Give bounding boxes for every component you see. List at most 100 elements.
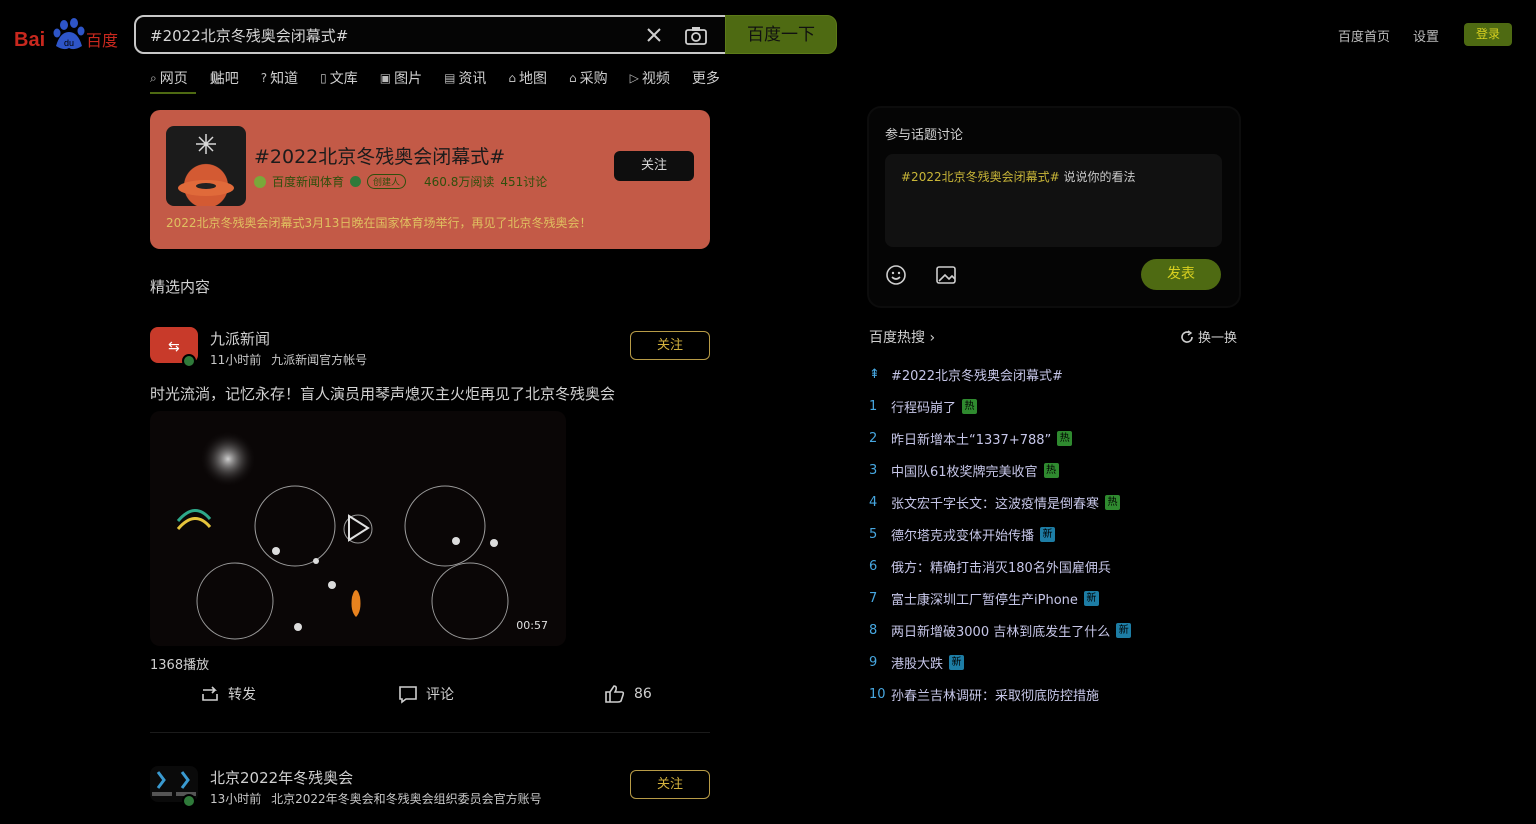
follow-button[interactable]: 关注	[630, 331, 710, 360]
tab-more[interactable]: 更多	[692, 68, 720, 88]
tab-label: 资讯	[458, 71, 487, 87]
verified-icon	[182, 794, 196, 808]
hot-tag: 新	[1083, 590, 1099, 606]
tab-zhidao[interactable]: ? 知道	[261, 68, 298, 88]
thumbs-up-icon	[605, 685, 625, 703]
clear-icon[interactable]	[644, 25, 664, 45]
post-author[interactable]: 北京2022年冬残奥会	[210, 767, 353, 788]
image-icon[interactable]	[935, 265, 957, 285]
hot-item[interactable]: 3 中国队61枚奖牌完美收官 热	[869, 454, 1239, 486]
hot-rank: 3	[869, 462, 878, 478]
svg-text:百度: 百度	[86, 31, 118, 50]
hot-tag: 热	[1057, 430, 1073, 446]
tab-label: 视频	[641, 71, 670, 87]
tab-images[interactable]: ▣ 图片	[380, 68, 422, 88]
chevron-right-icon: ›	[929, 330, 936, 346]
tab-tieba[interactable]: 贴 贴吧	[210, 68, 239, 88]
question-icon: ?	[260, 71, 268, 85]
baidu-home-link[interactable]: 百度首页	[1338, 26, 1390, 45]
discussion-placeholder: #2022北京冬残奥会闭幕式# 说说你的看法	[901, 168, 1136, 185]
publish-button[interactable]: 发表	[1141, 259, 1221, 290]
hot-search-list: ⇞ #2022北京冬残奥会闭幕式# 1 行程码崩了 热 2 昨日新增本土“133…	[869, 358, 1239, 710]
hot-item[interactable]: 4 张文宏千字长文：这波疫情是倒春寒 热	[869, 486, 1239, 518]
hot-item-text: 昨日新增本土“1337+788”	[891, 432, 1052, 448]
tab-wenku[interactable]: ▯ 文库	[320, 68, 358, 88]
hot-item[interactable]: 1 行程码崩了 热	[869, 390, 1239, 422]
verified-icon	[350, 176, 362, 187]
hot-tag: 热	[962, 398, 978, 414]
discussion-title: 参与话题讨论	[885, 128, 964, 143]
topic-description: 2022北京冬残奥会闭幕式3月13日晚在国家体育场举行，再见了北京冬残奥会！	[166, 216, 592, 230]
hot-item-text: 德尔塔克戎变体开始传播	[891, 528, 1035, 544]
video-icon: ▷	[629, 71, 639, 85]
hot-item-text: 港股大跌	[891, 656, 944, 672]
like-count: 86	[634, 686, 652, 702]
search-input[interactable]	[150, 25, 630, 45]
hot-rank: 5	[869, 526, 878, 542]
post-time: 11小时前	[210, 353, 262, 367]
topic-follow-button[interactable]: 关注	[614, 151, 694, 181]
like-button[interactable]: 86	[604, 684, 652, 704]
topic-source[interactable]: 百度新闻体育	[272, 173, 344, 190]
emoji-icon[interactable]	[885, 264, 907, 286]
play-icon[interactable]	[346, 514, 370, 542]
topic-meta: 百度新闻体育 创建人 460.8万阅读 451讨论	[254, 173, 547, 190]
tab-web[interactable]: ⌕ 网页	[150, 68, 188, 88]
hot-rank: 9	[869, 654, 878, 670]
camera-icon[interactable]	[684, 25, 708, 47]
discussion-input[interactable]: #2022北京冬残奥会闭幕式# 说说你的看法	[885, 154, 1222, 247]
hot-item[interactable]: 8 两日新增破3000 吉林到底发生了什么 新	[869, 614, 1239, 646]
video-duration: 00:57	[516, 619, 548, 632]
source-icon	[254, 175, 266, 188]
follow-button[interactable]: 关注	[630, 770, 710, 799]
comment-icon	[399, 686, 417, 704]
hot-item[interactable]: 10 孙春兰吉林调研：采取彻底防控措施	[869, 678, 1239, 710]
tab-shop[interactable]: ⌂ 采购	[569, 68, 608, 88]
baidu-logo[interactable]: Bai du 百度	[14, 18, 118, 52]
comment-label: 评论	[426, 687, 454, 703]
hot-item[interactable]: 2 昨日新增本土“1337+788” 热	[869, 422, 1239, 454]
hot-item[interactable]: 7 富士康深圳工厂暂停生产iPhone 新	[869, 582, 1239, 614]
topic-discussions: 451讨论	[500, 175, 548, 189]
search-tabs: ⌕ 网页 贴 贴吧 ? 知道 ▯ 文库 ▣ 图片 ▤ 资讯 ⌂ 地图 ⌂ 采购 …	[150, 68, 742, 94]
topic-thumbnail[interactable]	[166, 126, 246, 206]
hot-tag: 新	[1116, 622, 1132, 638]
discussion-panel: 参与话题讨论 #2022北京冬残奥会闭幕式# 说说你的看法 发表	[869, 108, 1239, 306]
tab-news[interactable]: ▤ 资讯	[444, 68, 486, 88]
hot-rank: 6	[869, 558, 878, 574]
search-icon: ⌕	[150, 70, 157, 85]
doc-icon: ▯	[320, 71, 327, 85]
search-button[interactable]: 百度一下	[725, 15, 837, 54]
shop-icon: ⌂	[569, 71, 577, 85]
refresh-button[interactable]: 换一换	[1180, 327, 1237, 346]
tab-label: 图片	[394, 71, 423, 87]
tab-label: 更多	[691, 71, 720, 87]
hot-tag: 新	[1040, 526, 1056, 542]
tab-map[interactable]: ⌂ 地图	[508, 68, 547, 88]
comment-button[interactable]: 评论	[398, 684, 454, 704]
hot-rank: 7	[869, 590, 878, 606]
share-button[interactable]: 转发	[200, 684, 256, 704]
hot-rank: 1	[869, 398, 878, 414]
tab-video[interactable]: ▷ 视频	[630, 68, 670, 88]
login-button[interactable]: 登录	[1464, 23, 1512, 46]
hot-item[interactable]: 5 德尔塔克戎变体开始传播 新	[869, 518, 1239, 550]
hot-search-title[interactable]: 百度热搜 ›	[869, 327, 935, 347]
post-author[interactable]: 九派新闻	[210, 328, 270, 349]
hot-item[interactable]: 9 港股大跌 新	[869, 646, 1239, 678]
hot-item[interactable]: 6 俄方：精确打击消灭180名外国雇佣兵	[869, 550, 1239, 582]
hot-item-pinned[interactable]: ⇞ #2022北京冬残奥会闭幕式#	[869, 358, 1239, 390]
svg-text:Bai: Bai	[14, 29, 45, 51]
hot-tag: 新	[949, 654, 965, 670]
refresh-icon	[1181, 329, 1193, 343]
verified-icon	[182, 354, 196, 368]
play-count: 1368播放	[150, 658, 210, 673]
hot-item-text: 张文宏千字长文：这波疫情是倒春寒	[891, 496, 1100, 512]
tab-label: 地图	[519, 71, 548, 87]
creator-badge: 创建人	[367, 174, 407, 189]
post-text[interactable]: 时光流淌，记忆永存！盲人演员用琴声熄灭主火炬再见了北京冬残奥会	[150, 383, 615, 404]
discussion-tag: #2022北京冬残奥会闭幕式#	[901, 170, 1060, 184]
topic-title[interactable]: #2022北京冬残奥会闭幕式#	[254, 142, 505, 169]
video-player[interactable]: 00:57	[150, 411, 566, 646]
settings-link[interactable]: 设置	[1413, 26, 1439, 45]
